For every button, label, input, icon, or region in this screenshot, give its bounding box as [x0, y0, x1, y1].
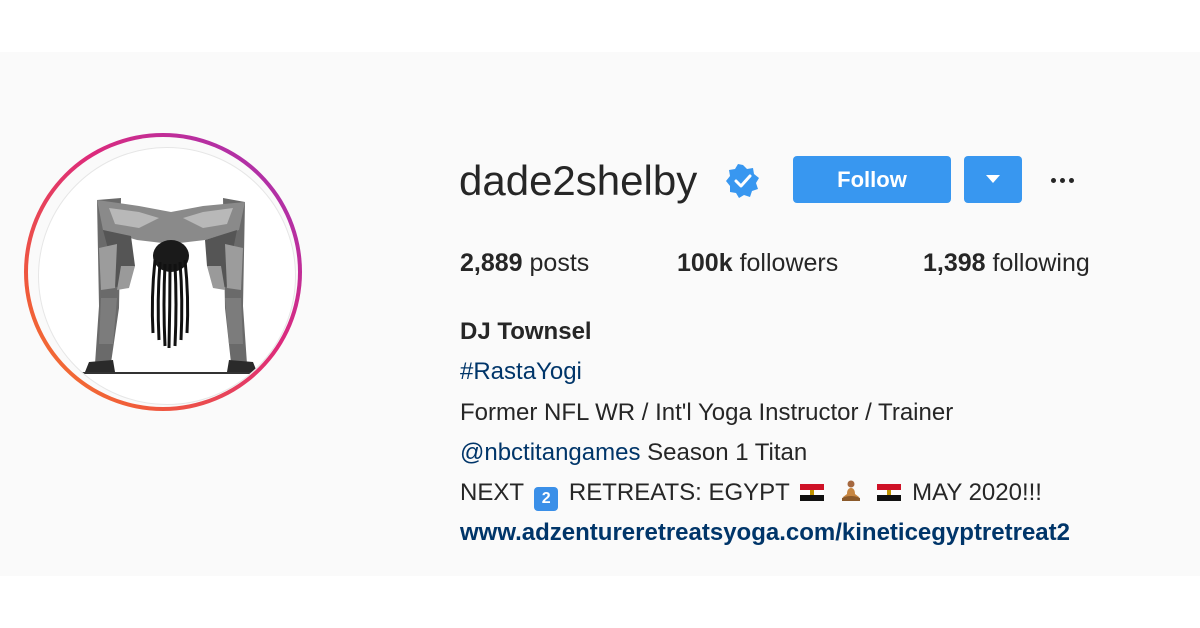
- more-options-icon: [1069, 178, 1074, 183]
- profile-avatar-image: [77, 198, 265, 374]
- bio-retreats-label: RETREATS: EGYPT: [568, 479, 790, 506]
- suggestions-dropdown-button[interactable]: [964, 156, 1022, 203]
- following-number: 1,398: [923, 249, 986, 277]
- more-options-icon: [1060, 178, 1065, 183]
- more-options-icon: [1051, 178, 1056, 183]
- bio-mention-line: @nbctitangames Season 1 Titan: [460, 438, 807, 468]
- person-in-lotus-position-icon: [839, 479, 863, 503]
- profile-username: dade2shelby: [459, 157, 698, 204]
- bio-description: Former NFL WR / Int'l Yoga Instructor / …: [460, 399, 954, 426]
- profile-full-name: DJ Townsel: [460, 318, 592, 345]
- bio-retreat-line: NEXT 2 RETREATS: EGYPT MAY 2020!!!: [460, 478, 1042, 511]
- followers-number: 100k: [677, 249, 733, 277]
- bio-date-label: MAY 2020!!!: [912, 479, 1042, 506]
- posts-count: 2,889 posts: [460, 248, 589, 278]
- bio-mention-link[interactable]: @nbctitangames: [460, 439, 640, 466]
- story-ring[interactable]: [24, 133, 302, 411]
- bio-mention-suffix: Season 1 Titan: [647, 439, 808, 466]
- more-options-button[interactable]: [1046, 164, 1080, 196]
- bio-hashtag-link[interactable]: #RastaYogi: [460, 357, 582, 387]
- avatar-ring-gap: [28, 137, 298, 407]
- following-count[interactable]: 1,398 following: [923, 248, 1090, 278]
- keycap-two-icon: 2: [534, 487, 559, 511]
- following-label: following: [992, 249, 1090, 277]
- posts-label: posts: [529, 249, 590, 277]
- followers-count[interactable]: 100k followers: [677, 248, 838, 278]
- followers-label: followers: [739, 249, 839, 277]
- bio-website-link[interactable]: www.adzentureretreatsyoga.com/kineticegy…: [460, 518, 1070, 548]
- avatar[interactable]: [38, 147, 296, 405]
- posts-number: 2,889: [460, 249, 523, 277]
- egypt-flag-icon: [877, 484, 902, 501]
- follow-button[interactable]: Follow: [793, 156, 951, 203]
- caret-down-icon: [986, 175, 1000, 183]
- verified-badge-icon: [726, 164, 759, 198]
- egypt-flag-icon: [800, 484, 825, 501]
- bio-next-label: NEXT: [460, 479, 524, 506]
